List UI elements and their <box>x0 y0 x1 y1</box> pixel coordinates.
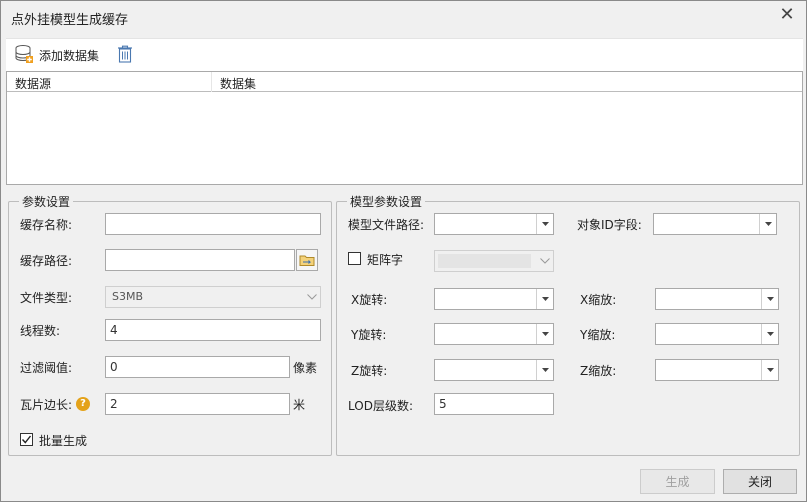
dropdown-arrow-icon <box>536 360 553 380</box>
cache-path-label: 缓存路径: <box>20 254 73 268</box>
dropdown-arrow-icon <box>536 289 553 309</box>
y-rotate-select[interactable] <box>434 323 554 345</box>
batch-generate-checkbox[interactable] <box>20 433 33 446</box>
x-scale-label: X缩放: <box>580 293 617 307</box>
filter-threshold-input[interactable] <box>105 356 290 378</box>
title-bar: 点外挂模型生成缓存 ✕ <box>1 1 806 33</box>
lod-input[interactable] <box>434 393 554 415</box>
model-params-group-title: 模型参数设置 <box>347 193 426 210</box>
z-rotate-select[interactable] <box>434 359 554 381</box>
thread-count-label: 线程数: <box>20 324 61 338</box>
object-id-select[interactable] <box>653 213 777 235</box>
column-header-dataset[interactable]: 数据集 <box>220 75 256 92</box>
dropdown-arrow-icon <box>761 324 778 344</box>
column-divider <box>211 72 212 92</box>
add-dataset-label: 添加数据集 <box>39 48 100 63</box>
matrix-label: 矩阵字 <box>367 253 404 267</box>
file-type-select[interactable]: S3MB <box>105 286 321 308</box>
model-path-select[interactable] <box>434 213 554 235</box>
y-scale-select[interactable] <box>655 323 779 345</box>
dropdown-arrow-icon <box>536 324 553 344</box>
dropdown-arrow-icon <box>536 214 553 234</box>
matrix-field-inner <box>438 254 531 268</box>
delete-button[interactable] <box>116 43 134 67</box>
dropdown-arrow-icon <box>761 360 778 380</box>
file-type-value: S3MB <box>112 290 144 303</box>
cache-name-input[interactable] <box>105 213 321 235</box>
toolbar: 添加数据集 <box>6 38 803 71</box>
matrix-checkbox[interactable] <box>348 252 361 265</box>
cache-path-input[interactable] <box>105 249 295 271</box>
close-icon[interactable]: ✕ <box>776 5 798 27</box>
trash-icon <box>116 44 134 67</box>
params-group-title: 参数设置 <box>19 193 74 210</box>
object-id-label: 对象ID字段: <box>577 218 642 232</box>
tile-side-label: 瓦片边长: <box>20 398 73 412</box>
z-rotate-label: Z旋转: <box>351 364 388 378</box>
help-icon[interactable]: ? <box>76 397 90 411</box>
thread-count-input[interactable] <box>105 319 321 341</box>
filter-threshold-unit: 像素 <box>293 361 318 375</box>
browse-folder-button[interactable] <box>296 249 318 271</box>
column-header-datasource[interactable]: 数据源 <box>15 75 51 92</box>
file-type-label: 文件类型: <box>20 291 73 305</box>
z-scale-label: Z缩放: <box>580 364 617 378</box>
matrix-field-select[interactable] <box>434 250 554 272</box>
generate-button[interactable]: 生成 <box>640 469 715 494</box>
filter-threshold-label: 过滤阈值: <box>20 361 73 375</box>
x-scale-select[interactable] <box>655 288 779 310</box>
window-title: 点外挂模型生成缓存 <box>11 13 129 28</box>
chevron-down-icon <box>536 251 553 271</box>
database-add-icon <box>14 44 34 67</box>
model-path-label: 模型文件路径: <box>348 218 425 232</box>
close-button[interactable]: 关闭 <box>723 469 797 494</box>
tile-side-input[interactable] <box>105 393 290 415</box>
cache-name-label: 缓存名称: <box>20 218 73 232</box>
y-scale-label: Y缩放: <box>580 328 616 342</box>
grid-header: 数据源 数据集 <box>7 72 802 92</box>
dataset-grid[interactable]: 数据源 数据集 <box>6 71 803 185</box>
chevron-down-icon <box>303 287 320 307</box>
x-rotate-label: X旋转: <box>351 293 388 307</box>
add-dataset-button[interactable]: 添加数据集 <box>14 43 99 67</box>
dropdown-arrow-icon <box>761 289 778 309</box>
x-rotate-select[interactable] <box>434 288 554 310</box>
checkmark-icon <box>21 435 32 444</box>
dropdown-arrow-icon <box>759 214 776 234</box>
y-rotate-label: Y旋转: <box>351 328 387 342</box>
lod-label: LOD层级数: <box>348 399 413 413</box>
folder-icon <box>299 255 315 266</box>
dialog-window: 点外挂模型生成缓存 ✕ 添加数据集 数据源 数据集 参数设置 缓存名称: 缓存路… <box>0 0 807 502</box>
z-scale-select[interactable] <box>655 359 779 381</box>
batch-generate-label: 批量生成 <box>39 434 88 448</box>
tile-side-unit: 米 <box>293 398 306 412</box>
